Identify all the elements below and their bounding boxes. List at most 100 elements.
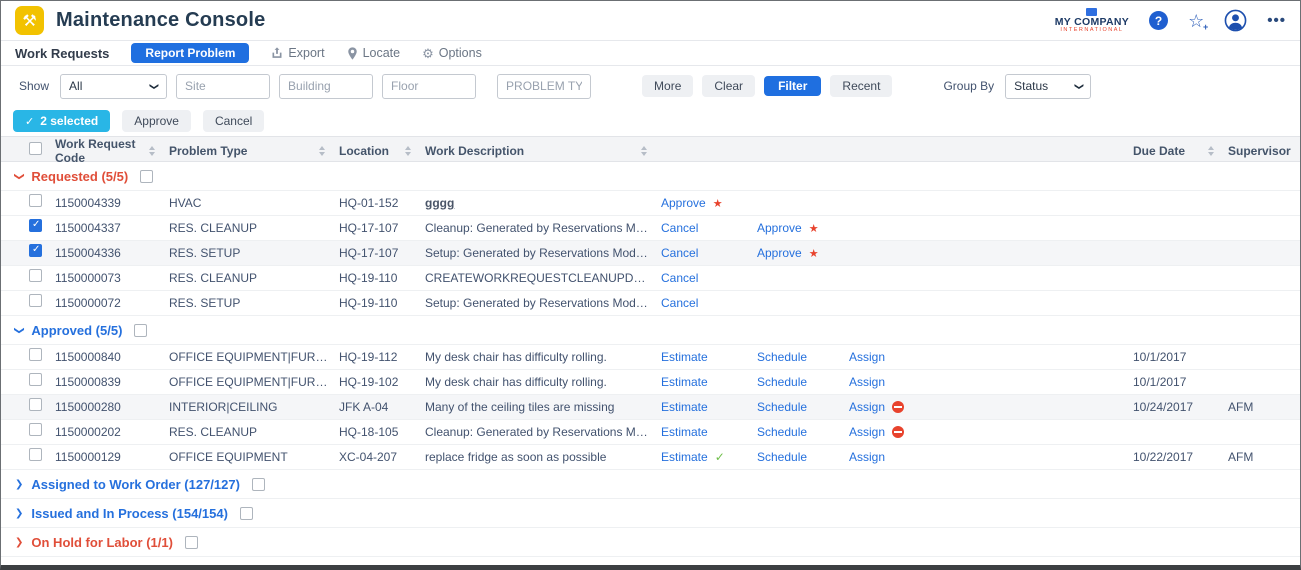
row-checkbox[interactable] — [29, 423, 42, 436]
group-checkbox[interactable] — [155, 565, 168, 570]
done-check-icon: ✓ — [715, 450, 725, 464]
action-schedule-link[interactable]: Schedule — [757, 400, 807, 414]
recent-button[interactable]: Recent — [830, 75, 892, 97]
column-due-date[interactable]: Due Date — [1133, 144, 1228, 158]
sort-icon[interactable] — [319, 146, 325, 156]
selected-count-chip[interactable]: ✓ 2 selected — [13, 110, 110, 132]
action-cancel-link[interactable]: Cancel — [661, 246, 698, 260]
sort-icon[interactable] — [1208, 146, 1214, 156]
locate-button[interactable]: Locate — [347, 46, 401, 60]
action-assign-link[interactable]: Assign — [849, 350, 885, 364]
site-input[interactable] — [176, 74, 270, 99]
problem-type: RES. SETUP — [169, 246, 339, 260]
group-by-select-value: Status — [1014, 79, 1048, 93]
action-assign-link[interactable]: Assign — [849, 450, 885, 464]
work-description[interactable]: gggg — [425, 196, 661, 210]
favorite-add-icon[interactable]: ☆+ — [1188, 12, 1204, 30]
table-row: 1150004339HVACHQ-01-152ggggApprove★ — [1, 191, 1300, 216]
sort-icon[interactable] — [405, 146, 411, 156]
action-estimate-link[interactable]: Estimate — [661, 425, 708, 439]
chevron-expanded-icon[interactable]: ❯ — [14, 172, 25, 180]
group-checkbox[interactable] — [134, 324, 147, 337]
export-button[interactable]: Export — [271, 46, 324, 60]
action-approve-link[interactable]: Approve — [757, 221, 802, 235]
action-estimate-link[interactable]: Estimate — [661, 400, 708, 414]
location: XC-04-207 — [339, 450, 425, 464]
action-schedule-link[interactable]: Schedule — [757, 350, 807, 364]
row-checkbox[interactable] — [29, 348, 42, 361]
sort-icon[interactable] — [149, 146, 155, 156]
location: HQ-01-152 — [339, 196, 425, 210]
group-header-3: ❯ Assigned to Work Order (127/127) — [1, 470, 1300, 499]
row-checkbox[interactable] — [29, 373, 42, 386]
work-requests-nav[interactable]: Work Requests — [15, 46, 109, 61]
row-checkbox[interactable] — [29, 398, 42, 411]
filter-button[interactable]: Filter — [764, 76, 821, 96]
column-location[interactable]: Location — [339, 144, 425, 158]
problem-type: OFFICE EQUIPMENT — [169, 450, 339, 464]
column-work-request-code[interactable]: Work Request Code — [55, 137, 169, 165]
group-label[interactable]: Assigned to Work Order (127/127) — [31, 477, 240, 492]
action-approve-link[interactable]: Approve — [757, 246, 802, 260]
work-description: My desk chair has difficulty rolling. — [425, 375, 661, 389]
action-approve-link[interactable]: Approve — [661, 196, 706, 210]
row-checkbox[interactable] — [29, 269, 42, 282]
action-cancel-link[interactable]: Cancel — [661, 221, 698, 235]
action-schedule-link[interactable]: Schedule — [757, 450, 807, 464]
group-by-select[interactable]: Status ❯ — [1005, 74, 1091, 99]
group-label[interactable]: Completed (68/68) — [31, 564, 143, 570]
problem-type: OFFICE EQUIPMENT|FURNITURE — [169, 350, 339, 364]
action-assign-link[interactable]: Assign — [849, 400, 885, 414]
work-request-code: 1150004337 — [55, 221, 169, 235]
chevron-collapsed-icon[interactable]: ❯ — [15, 508, 23, 519]
chevron-collapsed-icon[interactable]: ❯ — [15, 537, 23, 548]
group-label[interactable]: Requested (5/5) — [31, 169, 128, 184]
chevron-collapsed-icon[interactable]: ❯ — [15, 566, 23, 570]
clear-button[interactable]: Clear — [702, 75, 755, 97]
action-assign-link[interactable]: Assign — [849, 425, 885, 439]
show-select[interactable]: All ❯ — [60, 74, 167, 99]
action-schedule-link[interactable]: Schedule — [757, 425, 807, 439]
floor-input[interactable] — [382, 74, 476, 99]
action-estimate-link[interactable]: Estimate — [661, 375, 708, 389]
app-logo-tools-icon: ⚒ — [15, 6, 44, 35]
user-avatar-icon[interactable] — [1224, 9, 1247, 32]
more-options-icon[interactable]: ••• — [1267, 12, 1286, 29]
report-problem-button[interactable]: Report Problem — [131, 43, 249, 63]
chevron-expanded-icon[interactable]: ❯ — [14, 326, 25, 334]
row-checkbox[interactable] — [29, 294, 42, 307]
action-cancel-link[interactable]: Cancel — [661, 271, 698, 285]
row-checkbox[interactable] — [29, 219, 42, 232]
group-checkbox[interactable] — [252, 478, 265, 491]
approve-selected-button[interactable]: Approve — [122, 110, 191, 132]
group-label[interactable]: On Hold for Labor (1/1) — [31, 535, 173, 550]
group-checkbox[interactable] — [185, 536, 198, 549]
more-filters-button[interactable]: More — [642, 75, 693, 97]
group-label[interactable]: Issued and In Process (154/154) — [31, 506, 228, 521]
row-checkbox[interactable] — [29, 194, 42, 207]
company-logo: MY COMPANY INTERNATIONAL — [1055, 8, 1129, 34]
action-cancel-link[interactable]: Cancel — [661, 296, 698, 310]
work-request-code: 1150000280 — [55, 400, 169, 414]
chevron-collapsed-icon[interactable]: ❯ — [15, 479, 23, 490]
sort-icon[interactable] — [641, 146, 647, 156]
row-checkbox[interactable] — [29, 448, 42, 461]
group-checkbox[interactable] — [140, 170, 153, 183]
action-schedule-link[interactable]: Schedule — [757, 375, 807, 389]
options-button[interactable]: ⚙ Options — [422, 46, 482, 60]
company-subtitle: INTERNATIONAL — [1055, 28, 1129, 34]
row-checkbox[interactable] — [29, 244, 42, 257]
help-icon[interactable]: ? — [1149, 11, 1168, 30]
action-assign-link[interactable]: Assign — [849, 375, 885, 389]
cancel-selected-button[interactable]: Cancel — [203, 110, 264, 132]
group-header-1: ❯ Requested (5/5) — [1, 162, 1300, 191]
column-work-description[interactable]: Work Description — [425, 144, 661, 158]
building-input[interactable] — [279, 74, 373, 99]
group-checkbox[interactable] — [240, 507, 253, 520]
select-all-checkbox[interactable] — [29, 142, 42, 155]
group-label[interactable]: Approved (5/5) — [31, 323, 122, 338]
action-estimate-link[interactable]: Estimate — [661, 450, 708, 464]
action-estimate-link[interactable]: Estimate — [661, 350, 708, 364]
problem-type-input[interactable] — [497, 74, 591, 99]
column-problem-type[interactable]: Problem Type — [169, 144, 339, 158]
